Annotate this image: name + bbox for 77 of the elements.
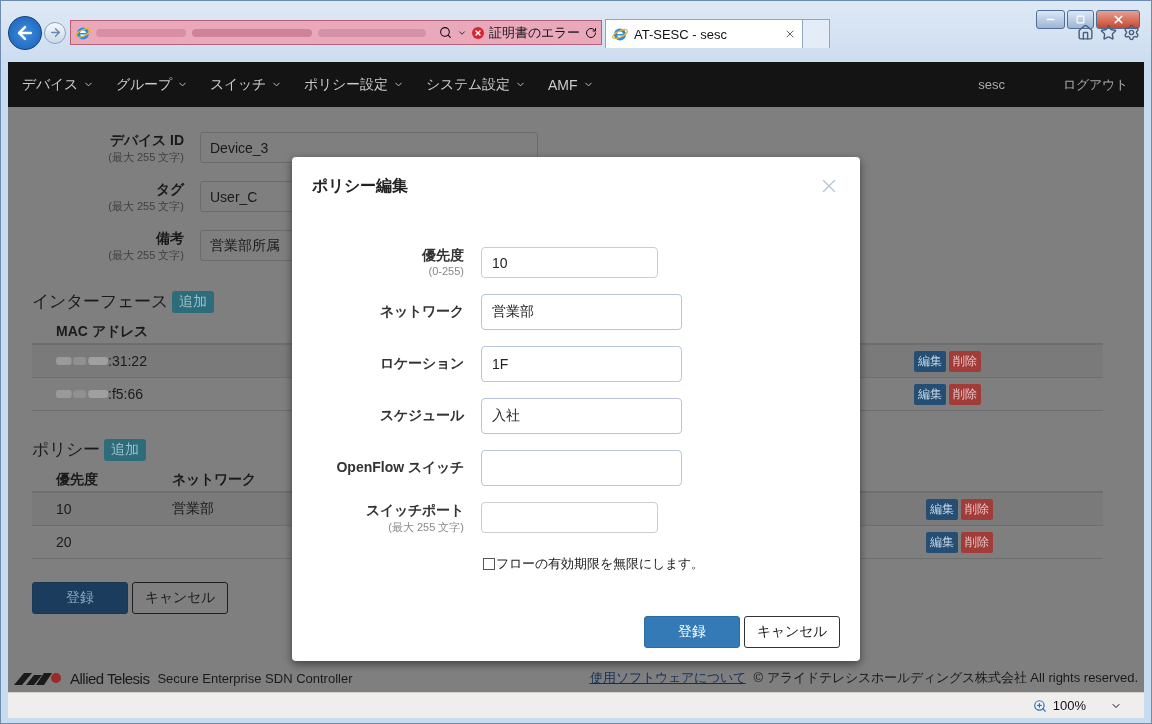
error-icon [472, 26, 484, 39]
input-field[interactable] [481, 450, 682, 486]
copyright-text: © アライドテレシスホールディングス株式会社 All rights reserved. [753, 669, 1138, 687]
edit-button[interactable]: 編集 [914, 383, 946, 405]
blurred-text [56, 356, 108, 366]
close-icon[interactable] [784, 28, 796, 40]
column-header: 優先度 [56, 471, 99, 489]
field-label: ネットワーク [380, 303, 464, 321]
delete-button[interactable]: 削除 [961, 498, 993, 520]
table-cell: :31:22 [108, 353, 147, 369]
maximize-button[interactable] [1067, 10, 1094, 29]
forward-button[interactable] [44, 21, 66, 44]
browser-logo-icon [612, 26, 628, 42]
zoom-icon[interactable] [1032, 698, 1047, 713]
star-icon[interactable] [1100, 24, 1117, 41]
home-icon[interactable] [1077, 24, 1094, 41]
logout-link[interactable]: ログアウト [1063, 75, 1128, 94]
checkbox[interactable] [483, 558, 495, 570]
input-field[interactable]: 1F [481, 346, 682, 382]
field-label: スケジュール [380, 407, 464, 425]
section-title: ポリシー [32, 439, 100, 461]
close-button[interactable] [1096, 10, 1140, 29]
edit-button[interactable]: 編集 [914, 350, 946, 372]
back-button[interactable] [8, 15, 42, 50]
settings-icon[interactable] [1123, 24, 1140, 41]
brand-name: Allied Telesis [70, 669, 150, 687]
field-hint: (最大 255 文字) [388, 520, 464, 535]
blurred-text [56, 389, 108, 399]
submit-button[interactable]: 登録 [32, 582, 128, 614]
browser-tab[interactable]: AT-SESC - sesc [605, 19, 803, 48]
product-name: Secure Enterprise SDN Controller [157, 670, 353, 686]
edit-button[interactable]: 編集 [926, 531, 958, 553]
cancel-button[interactable]: キャンセル [132, 582, 228, 614]
zoom-level[interactable]: 100% [1052, 698, 1086, 713]
search-icon[interactable] [439, 26, 452, 39]
certificate-error-status[interactable]: 証明書のエラー [489, 23, 580, 42]
input-field[interactable]: 入社 [481, 398, 682, 434]
minimize-button[interactable] [1036, 10, 1065, 29]
column-header: ネットワーク [172, 471, 257, 489]
section-title: インターフェース [32, 291, 168, 313]
nav-menu-item[interactable]: ポリシー設定 [304, 75, 404, 94]
dialog-title: ポリシー編集 [312, 175, 408, 196]
maximize-icon [1076, 15, 1085, 24]
table-cell-text: 10 [56, 501, 73, 517]
field-label: スイッチポート [366, 502, 464, 520]
input-field[interactable] [481, 502, 658, 533]
table-cell-text: 20 [56, 534, 73, 550]
nav-menu-item[interactable]: AMF [548, 76, 594, 93]
nav-menu-item[interactable]: システム設定 [426, 75, 526, 94]
table-cell: :f5:66 [108, 386, 144, 402]
input-field[interactable]: 10 [481, 247, 658, 278]
user-name: sesc [978, 77, 1005, 92]
edit-button[interactable]: 編集 [926, 498, 958, 520]
company-logo-icon [14, 671, 62, 685]
delete-button[interactable]: 削除 [961, 531, 993, 553]
field-label: OpenFlow スイッチ [336, 459, 464, 477]
field-label: 備考 [156, 230, 184, 248]
nav-menu-item[interactable]: デバイス [22, 75, 94, 94]
checkbox-label: フローの有効期限を無限にします。 [496, 555, 704, 573]
field-label: 優先度 [422, 247, 464, 265]
field-label: ロケーション [380, 355, 464, 373]
delete-button[interactable]: 削除 [949, 383, 981, 405]
field-label: タグ [156, 181, 184, 199]
table-cell-text: 営業部 [172, 500, 215, 518]
cancel-button[interactable]: キャンセル [744, 616, 840, 648]
field-hint: (0-255) [428, 265, 464, 277]
submit-button[interactable]: 登録 [644, 616, 740, 648]
nav-menu-item[interactable]: スイッチ [210, 75, 282, 94]
address-bar[interactable]: 証明書のエラー [70, 20, 602, 45]
refresh-icon[interactable] [585, 26, 597, 39]
arrow-right-icon [48, 26, 62, 39]
nav-menu-item[interactable]: グループ [116, 75, 188, 94]
column-header: MAC アドレス [56, 323, 149, 341]
close-icon [1111, 13, 1125, 26]
field-label: デバイス ID [110, 132, 184, 150]
input-field[interactable]: 営業部 [481, 294, 682, 330]
delete-button[interactable]: 削除 [949, 350, 981, 372]
